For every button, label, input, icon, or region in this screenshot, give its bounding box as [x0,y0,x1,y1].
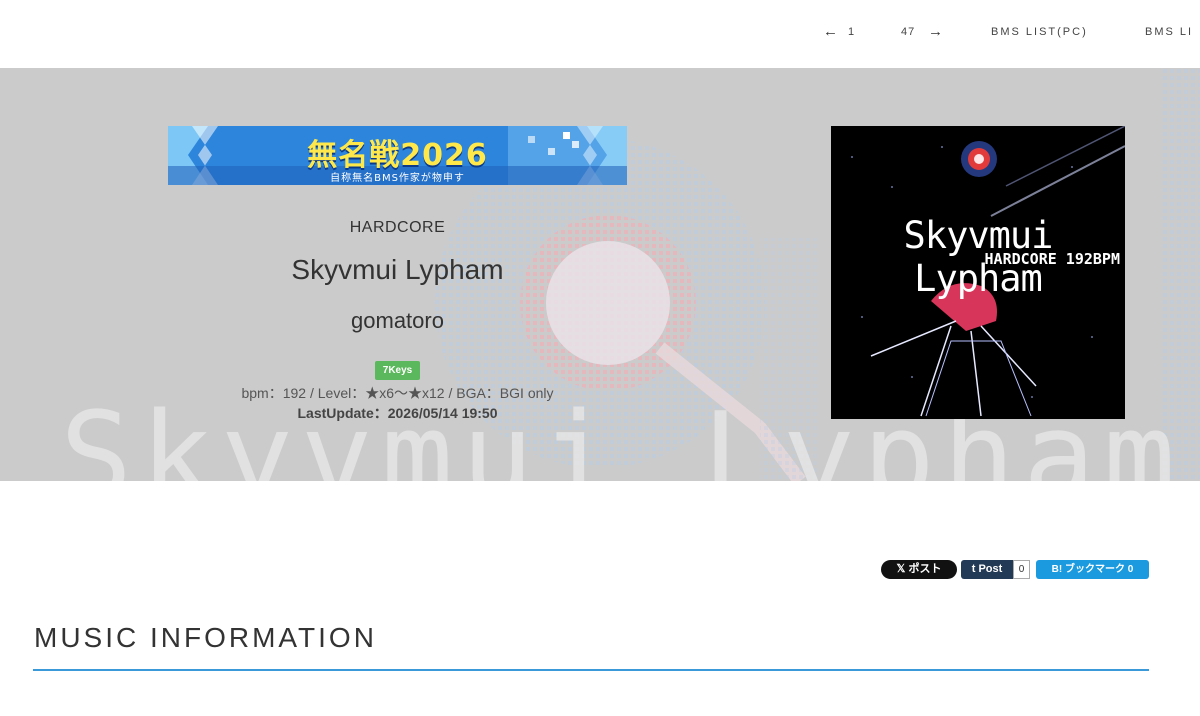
banner-subtitle: 自称無名BMS作家が物申す [330,173,465,184]
nav-bms-list-pc[interactable]: BMS LIST(PC) [991,26,1088,38]
hatena-bookmark-button[interactable]: B! ブックマーク 0 [1036,560,1149,579]
banner-title: 無名戦2026 [307,138,488,173]
song-title: Skyvmui Lypham [291,254,504,285]
nav-prev-page[interactable]: 1 [848,26,855,38]
last-update: LastUpdate：2026/05/14 19:50 [297,405,498,421]
arrow-left-icon[interactable]: ← [823,23,838,40]
nav-next-page[interactable]: 47 [901,26,915,38]
section-divider [33,669,1149,671]
tumblr-count: 0 [1013,560,1030,579]
x-post-button[interactable]: 𝕏 ポスト [881,560,957,579]
keys-badge: 7Keys [375,361,420,380]
section-title: MUSIC INFORMATION [34,622,377,653]
song-artist: gomatoro [351,308,444,333]
event-banner[interactable]: 無名戦2026 自称無名BMS作家が物申す [168,126,627,185]
top-nav: ← 1 47 → BMS LIST(PC) BMS LI [0,0,1200,68]
hero-section: Skyvmui Lypham 無名戦2026 自称無名BMS作家が物申す HAR… [0,68,1200,481]
song-genre: HARDCORE [349,219,446,236]
jacket-image: Skyvmui Lypham HARDCORE 192BPM [831,126,1125,419]
nav-bms-list-sp[interactable]: BMS LI [1145,26,1193,38]
tumblr-post-button[interactable]: t Post [961,560,1013,579]
jacket-subtitle: HARDCORE 192BPM [984,250,1120,268]
song-meta: bpm：192 / Level：★x6〜★x12 / BGA：BGI only [241,385,554,401]
arrow-right-icon[interactable]: → [928,23,943,40]
